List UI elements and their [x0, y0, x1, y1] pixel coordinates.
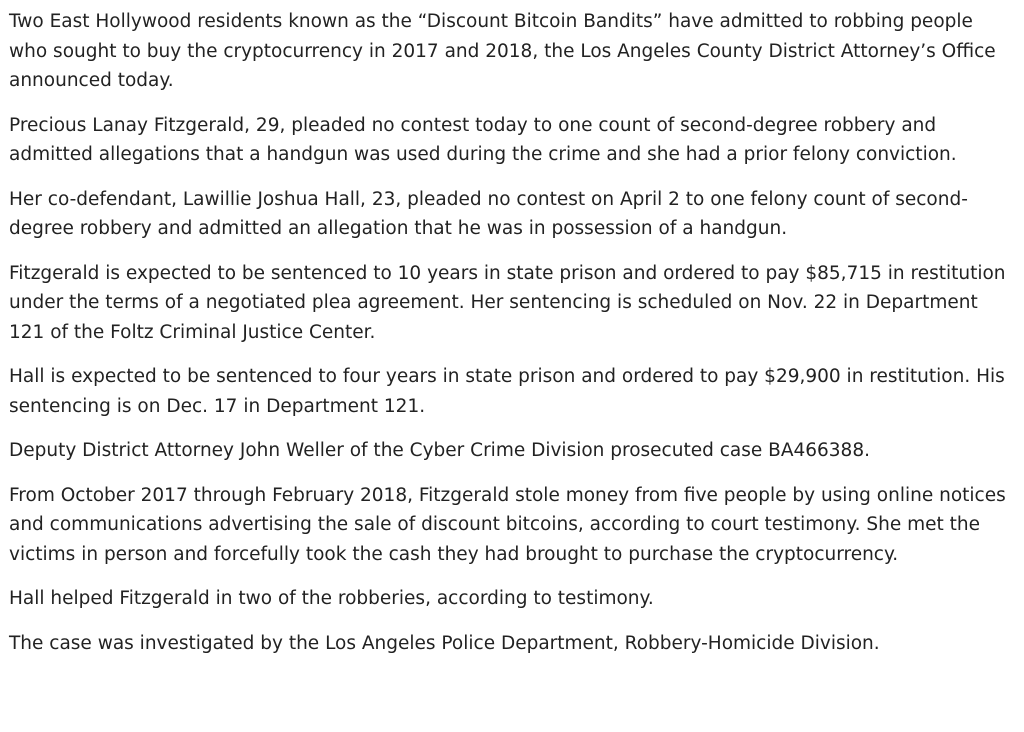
paragraph-fitzgerald-sentence: Fitzgerald is expected to be sentenced t… — [9, 262, 1006, 343]
paragraph-intro: Two East Hollywood residents known as th… — [9, 11, 996, 91]
article-body: Two East Hollywood residents known as th… — [9, 7, 1015, 673]
paragraph-investigation: The case was investigated by the Los Ang… — [9, 632, 880, 654]
paragraph-crime-details: From October 2017 through February 2018,… — [9, 484, 1006, 565]
paragraph-prosecutor: Deputy District Attorney John Weller of … — [9, 440, 870, 461]
paragraph-fitzgerald-plea: Precious Lanay Fitzgerald, 29, pleaded n… — [9, 114, 957, 166]
paragraph-hall-sentence: Hall is expected to be sentenced to four… — [9, 366, 1005, 417]
paragraph-hall-plea: Her co-defendant, Lawillie Joshua Hall, … — [9, 188, 968, 240]
paragraph-hall-role: Hall helped Fitzgerald in two of the rob… — [9, 588, 654, 609]
